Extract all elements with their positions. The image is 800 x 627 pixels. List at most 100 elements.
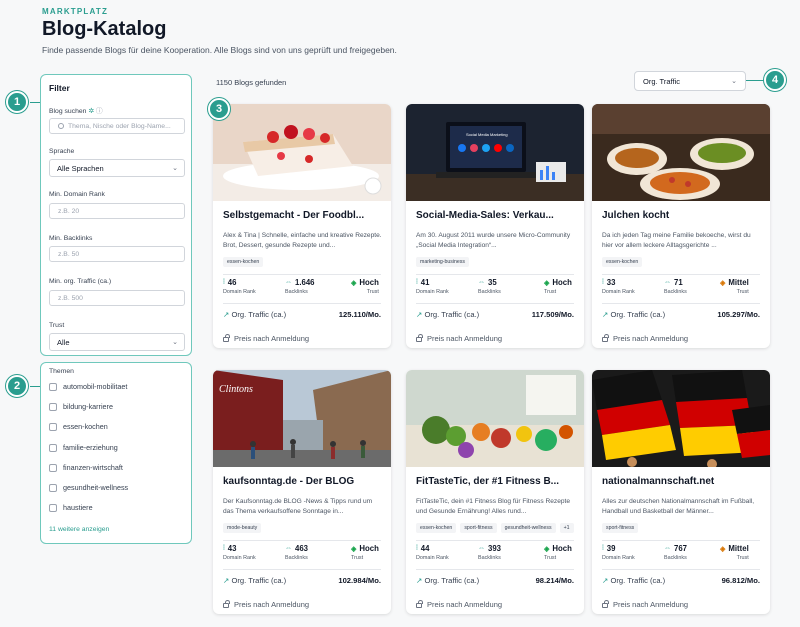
theme-item[interactable]: finanzen-wirtschaft bbox=[49, 463, 123, 472]
blog-card[interactable]: FitTasteTic, der #1 Fitness B... FitTast… bbox=[406, 370, 584, 614]
checkbox[interactable] bbox=[49, 382, 57, 391]
domain-rank-label: Min. Domain Rank bbox=[49, 191, 105, 198]
metric-trust: ◈ Hoch Trust bbox=[351, 278, 379, 295]
checkbox[interactable] bbox=[49, 422, 57, 431]
lock-icon bbox=[602, 600, 609, 608]
backlinks-input[interactable]: z.B. 50 bbox=[49, 246, 185, 262]
bar-chart-icon: ⫶ bbox=[223, 278, 225, 286]
checkbox[interactable] bbox=[49, 463, 57, 472]
tag: gesundheit-wellness bbox=[500, 523, 556, 533]
domain-rank-input[interactable]: z.B. 20 bbox=[49, 203, 185, 219]
card-image bbox=[592, 104, 770, 201]
search-placeholder: Thema, Nische oder Blog-Name... bbox=[68, 122, 171, 130]
shield-icon: ◈ bbox=[720, 545, 726, 553]
tag: sport-fitness bbox=[460, 523, 497, 533]
callout-3: 3 bbox=[208, 98, 230, 120]
info-icon: ⓘ bbox=[95, 108, 103, 115]
blog-card[interactable]: Selbstgemacht - Der Foodbl... Alex & Tin… bbox=[213, 104, 391, 348]
shield-icon: ◈ bbox=[351, 545, 357, 553]
metric-trust: ◈ Mittel Trust bbox=[720, 278, 749, 295]
metric-domain-rank: ⫶ 41 Domain Rank bbox=[416, 278, 449, 295]
metric-backlinks: ⇔ 71 Backlinks bbox=[664, 278, 687, 295]
eyebrow: MARKTPLATZ bbox=[42, 7, 109, 16]
trend-icon: ↗ bbox=[416, 576, 423, 585]
language-value: Alle Sprachen bbox=[57, 163, 104, 173]
bar-chart-icon: ⫶ bbox=[416, 278, 418, 286]
theme-item[interactable]: essen-kochen bbox=[49, 422, 108, 431]
card-tags: sport-fitness bbox=[602, 523, 639, 533]
metric-trust: ◈ Hoch Trust bbox=[544, 278, 572, 295]
tag: sport-fitness bbox=[602, 523, 639, 533]
card-description: Da ich jeden Tag meine Familie bekoeche,… bbox=[602, 232, 751, 249]
trend-icon: ↗ bbox=[223, 310, 230, 319]
language-select[interactable]: Alle Sprachen ⌄ bbox=[49, 159, 185, 177]
link-icon: ⇔ bbox=[478, 545, 485, 552]
search-input[interactable]: Thema, Nische oder Blog-Name... bbox=[49, 118, 185, 134]
results-count: 1150 Blogs gefunden bbox=[216, 78, 287, 87]
tag: essen-kochen bbox=[223, 257, 264, 267]
card-title[interactable]: nationalmannschaft.net bbox=[602, 476, 762, 487]
price-info: Preis nach Anmeldung bbox=[416, 334, 502, 343]
bar-chart-icon: ⫶ bbox=[416, 544, 418, 552]
trust-select[interactable]: Alle ⌄ bbox=[49, 333, 185, 351]
sort-select[interactable]: Org. Traffic ⌄ bbox=[634, 71, 746, 91]
metric-trust: ◈ Mittel Trust bbox=[720, 544, 749, 561]
theme-item[interactable]: haustiere bbox=[49, 503, 93, 512]
blog-card[interactable]: Julchen kocht Da ich jeden Tag meine Fam… bbox=[592, 104, 770, 348]
theme-item[interactable]: familie-erziehung bbox=[49, 443, 118, 452]
card-title[interactable]: Julchen kocht bbox=[602, 210, 762, 221]
metric-domain-rank: ⫶ 43 Domain Rank bbox=[223, 544, 256, 561]
price-info: Preis nach Anmeldung bbox=[223, 600, 309, 609]
page-subtitle: Finde passende Blogs für deine Kooperati… bbox=[42, 45, 397, 55]
metric-domain-rank: ⫶ 46 Domain Rank bbox=[223, 278, 256, 295]
blog-card[interactable]: nationalmannschaft.net Alles zur deutsch… bbox=[592, 370, 770, 614]
card-image bbox=[213, 104, 391, 201]
metric-trust: ◈ Hoch Trust bbox=[544, 544, 572, 561]
svg-text:Clintons: Clintons bbox=[219, 384, 253, 395]
card-tags: essen-kochen bbox=[223, 257, 264, 267]
lock-icon bbox=[416, 600, 423, 608]
checkbox[interactable] bbox=[49, 402, 57, 411]
blog-card[interactable]: Clintons kaufsonntag.de - Der BLOG Der K… bbox=[213, 370, 391, 614]
svg-text:Social Media Marketing: Social Media Marketing bbox=[466, 132, 508, 137]
lock-icon bbox=[602, 334, 609, 342]
tag: marketing-business bbox=[416, 257, 469, 267]
themen-title: Themen bbox=[49, 368, 74, 375]
card-description: Alles zur deutschen Nationalmannschaft i… bbox=[602, 498, 755, 515]
card-description: FitTasteTic, dein #1 Fitness Blog für Fi… bbox=[416, 498, 571, 515]
traffic-input[interactable]: z.B. 500 bbox=[49, 290, 185, 306]
price-info: Preis nach Anmeldung bbox=[602, 600, 688, 609]
theme-item[interactable]: bildung-karriere bbox=[49, 402, 113, 411]
card-image bbox=[406, 370, 584, 467]
card-title[interactable]: FitTasteTic, der #1 Fitness B... bbox=[416, 476, 576, 487]
card-image: Social Media Marketing bbox=[406, 104, 584, 201]
card-tags: essen-kochen bbox=[602, 257, 643, 267]
metric-backlinks: ⇔ 393 Backlinks bbox=[478, 544, 502, 561]
checkbox[interactable] bbox=[49, 503, 57, 512]
link-icon: ⇔ bbox=[285, 545, 292, 552]
traffic-row: ↗ Org. Traffic (ca.) 96.812/Mo. bbox=[602, 576, 760, 585]
shield-icon: ◈ bbox=[351, 279, 357, 287]
card-title[interactable]: Social-Media-Sales: Verkau... bbox=[416, 210, 576, 221]
card-tags: essen-kochen sport-fitness gesundheit-we… bbox=[416, 523, 574, 533]
themen-panel: Themen automobil-mobilitaet bildung-karr… bbox=[40, 362, 192, 544]
tag: essen-kochen bbox=[602, 257, 643, 267]
card-title[interactable]: Selbstgemacht - Der Foodbl... bbox=[223, 210, 383, 221]
chevron-down-icon: ⌄ bbox=[172, 165, 178, 172]
card-description: Am 30. August 2011 wurde unsere Micro-Co… bbox=[416, 232, 571, 249]
shield-icon: ◈ bbox=[544, 545, 550, 553]
theme-item[interactable]: gesundheit-wellness bbox=[49, 483, 128, 492]
trust-label: Trust bbox=[49, 322, 65, 329]
filter-panel: Filter Blog suchen ✲ ⓘ Thema, Nische ode… bbox=[40, 74, 192, 356]
card-title[interactable]: kaufsonntag.de - Der BLOG bbox=[223, 476, 383, 487]
card-image: Clintons bbox=[213, 370, 391, 467]
show-more-link[interactable]: 11 weitere anzeigen bbox=[49, 526, 109, 533]
blog-card[interactable]: Social Media Marketing Social-Media-Sale… bbox=[406, 104, 584, 348]
search-icon bbox=[58, 123, 64, 129]
checkbox[interactable] bbox=[49, 443, 57, 452]
price-info: Preis nach Anmeldung bbox=[602, 334, 688, 343]
search-label: Blog suchen bbox=[49, 108, 87, 115]
traffic-label: Min. org. Traffic (ca.) bbox=[49, 278, 112, 285]
checkbox[interactable] bbox=[49, 483, 57, 492]
theme-item[interactable]: automobil-mobilitaet bbox=[49, 382, 127, 391]
